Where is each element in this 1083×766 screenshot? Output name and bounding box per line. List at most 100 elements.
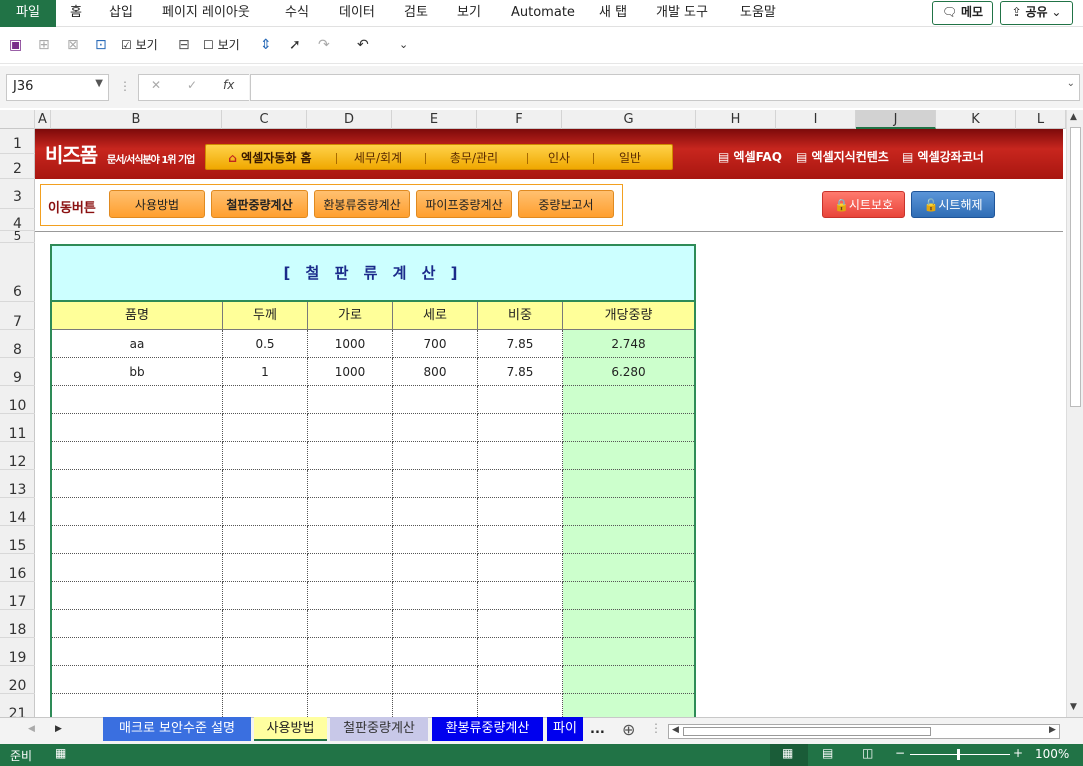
cell-thickness[interactable] — [223, 638, 308, 666]
row-header[interactable]: 13 — [0, 470, 35, 498]
row-header[interactable]: 9 — [0, 358, 35, 386]
share-button[interactable]: ⇪ 공유 ⌄ — [1000, 1, 1073, 25]
cell-weight[interactable] — [563, 666, 694, 694]
column-header[interactable]: G — [562, 110, 696, 129]
row-header[interactable]: 11 — [0, 414, 35, 442]
cell-length[interactable] — [393, 526, 478, 554]
link-excel-lecture[interactable]: ▤ 엑셀강좌코너 — [902, 148, 984, 165]
row-header[interactable]: 1 — [0, 129, 35, 154]
column-header[interactable]: I — [776, 110, 856, 129]
column-header[interactable]: E — [392, 110, 477, 129]
column-header[interactable]: C — [222, 110, 307, 129]
cell-gravity[interactable] — [478, 610, 563, 638]
link-excel-faq[interactable]: ▤ 엑셀FAQ — [718, 148, 782, 165]
cell-width[interactable] — [308, 442, 393, 470]
row-header[interactable]: 18 — [0, 610, 35, 638]
row-header[interactable]: 12 — [0, 442, 35, 470]
scroll-right-icon[interactable]: ▶ — [1049, 725, 1056, 735]
pipe-weight-button[interactable]: 파이프중량계산 — [416, 190, 512, 218]
weight-report-button[interactable]: 중량보고서 — [518, 190, 614, 218]
tab-prev-icon[interactable]: ◀ — [28, 724, 35, 734]
customize-toolbar-icon[interactable]: ⌄ — [399, 36, 408, 54]
cell-width[interactable] — [308, 470, 393, 498]
cell-width[interactable] — [308, 498, 393, 526]
nav-general[interactable]: 일반 — [600, 145, 660, 171]
gridlines-view-toggle[interactable]: ☑ 보기 — [121, 36, 158, 54]
cell-width[interactable]: 1000 — [308, 330, 393, 358]
header-item-name[interactable]: 품명 — [52, 302, 223, 330]
cell-thickness[interactable] — [223, 470, 308, 498]
cell-thickness[interactable] — [223, 694, 308, 717]
cell-item[interactable] — [52, 526, 223, 554]
cell-gravity[interactable] — [478, 694, 563, 717]
cell-gravity[interactable] — [478, 414, 563, 442]
hscroll-thumb[interactable] — [683, 727, 931, 736]
cell-gravity[interactable] — [478, 638, 563, 666]
nav-excel-home[interactable]: ⌂ 엑셀자동화 홈 — [220, 145, 320, 171]
cell-item[interactable] — [52, 610, 223, 638]
row-header[interactable]: 15 — [0, 526, 35, 554]
row-header[interactable]: 5 — [0, 230, 35, 243]
tab-developer[interactable]: 개발 도구 — [656, 0, 708, 26]
cell-thickness[interactable] — [223, 582, 308, 610]
select-pointer-icon[interactable]: ➚ — [289, 36, 301, 54]
confirm-icon[interactable]: ✓ — [187, 78, 197, 92]
page-break-icon[interactable]: ◫ — [862, 746, 873, 760]
sheet-unprotect-button[interactable]: 🔓시트해제 — [911, 191, 995, 218]
header-thickness[interactable]: 두께 — [223, 302, 308, 330]
accessibility-icon[interactable]: ▦ — [55, 746, 66, 760]
logo[interactable]: 비즈폼 — [45, 139, 98, 168]
sheet-protect-button[interactable]: 🔒시트보호 — [822, 191, 905, 218]
scroll-down-icon[interactable]: ▼ — [1070, 702, 1077, 712]
cell-length[interactable] — [393, 694, 478, 717]
sheet-tab[interactable]: 환봉류중량계산 — [432, 717, 543, 741]
column-header-selected[interactable]: J — [856, 110, 936, 129]
fit-page-icon[interactable]: ⊡ — [95, 36, 107, 54]
column-header[interactable]: A — [35, 110, 51, 129]
column-header[interactable]: L — [1016, 110, 1066, 129]
tab-new[interactable]: 새 탭 — [599, 0, 627, 26]
page-layout-icon[interactable]: ▤ — [822, 746, 833, 760]
cell-gravity[interactable] — [478, 582, 563, 610]
sheet-tab[interactable]: 매크로 보안수준 설명 — [103, 717, 251, 741]
cell-weight[interactable] — [563, 638, 694, 666]
redo-icon[interactable]: ↷ — [318, 36, 330, 54]
sheet-tab-active[interactable]: 사용방법 — [254, 717, 327, 741]
row-header[interactable]: 6 — [0, 243, 35, 302]
column-header[interactable]: H — [696, 110, 776, 129]
cell-thickness[interactable] — [223, 386, 308, 414]
row-header[interactable]: 14 — [0, 498, 35, 526]
tab-automate[interactable]: Automate — [511, 0, 575, 26]
column-header[interactable]: F — [477, 110, 562, 129]
cell-weight[interactable] — [563, 498, 694, 526]
cell-thickness[interactable] — [223, 498, 308, 526]
formula-input[interactable]: ⌄ — [250, 74, 1080, 101]
cell-width[interactable]: 1000 — [308, 358, 393, 386]
cancel-icon[interactable]: ✕ — [151, 78, 161, 92]
row-header[interactable]: 19 — [0, 638, 35, 666]
cell-weight[interactable] — [563, 694, 694, 717]
cell-length[interactable] — [393, 498, 478, 526]
headings-view-toggle[interactable]: ☐ 보기 — [203, 36, 240, 54]
zoom-thumb[interactable] — [957, 749, 960, 760]
cell-width[interactable] — [308, 582, 393, 610]
cell-item[interactable]: aa — [52, 330, 223, 358]
tab-data[interactable]: 데이터 — [339, 0, 375, 26]
cell-length[interactable] — [393, 554, 478, 582]
cell-weight[interactable]: 2.748 — [563, 330, 694, 358]
horizontal-scrollbar[interactable]: ◀ ▶ — [668, 724, 1060, 739]
cell-item[interactable] — [52, 582, 223, 610]
header-specific-gravity[interactable]: 비중 — [478, 302, 563, 330]
cell-length[interactable] — [393, 610, 478, 638]
tab-next-icon[interactable]: ▶ — [55, 724, 62, 734]
cell-gravity[interactable] — [478, 386, 563, 414]
cell-width[interactable] — [308, 414, 393, 442]
cell-width[interactable] — [308, 666, 393, 694]
cell-length[interactable] — [393, 414, 478, 442]
cell-length[interactable] — [393, 470, 478, 498]
usage-button[interactable]: 사용방법 — [109, 190, 205, 218]
column-header[interactable]: D — [307, 110, 392, 129]
cell-gravity[interactable]: 7.85 — [478, 358, 563, 386]
cell-thickness[interactable]: 0.5 — [223, 330, 308, 358]
plate-weight-button[interactable]: 철판중량계산 — [211, 190, 308, 218]
